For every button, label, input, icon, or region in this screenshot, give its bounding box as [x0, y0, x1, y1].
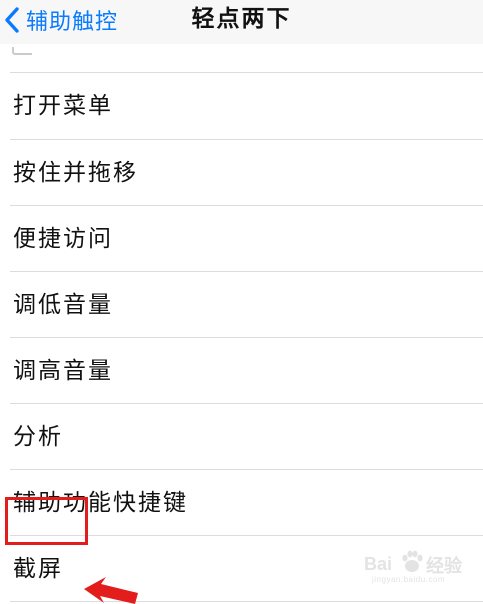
baidu-paw-icon: [402, 550, 423, 572]
watermark-url: jingyan.baidu.com: [372, 575, 445, 584]
baidu-jingyan-watermark: Bai 经验 jingyan.baidu.com: [364, 546, 476, 586]
watermark-brand-left: Bai: [364, 554, 393, 574]
red-arrow-icon: [84, 577, 138, 604]
